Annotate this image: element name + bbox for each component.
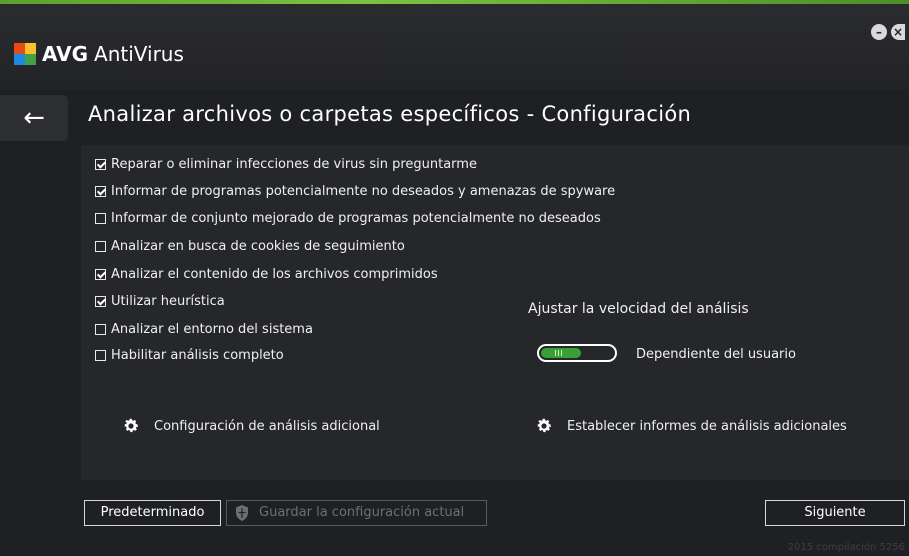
back-arrow-icon[interactable]: ← bbox=[0, 95, 68, 141]
checkbox[interactable] bbox=[95, 159, 106, 170]
checkbox[interactable] bbox=[95, 350, 106, 361]
default-button[interactable]: Predeterminado bbox=[84, 500, 221, 526]
option-label: Analizar el entorno del sistema bbox=[111, 322, 313, 337]
option-label: Analizar el contenido de los archivos co… bbox=[111, 267, 438, 282]
minimize-button[interactable]: – bbox=[871, 24, 887, 40]
additional-reports-label: Establecer informes de análisis adiciona… bbox=[567, 418, 847, 434]
avg-logo-icon bbox=[14, 43, 36, 65]
additional-settings-link[interactable]: Configuración de análisis adicional bbox=[122, 417, 380, 435]
option-report-pup[interactable]: Informar de programas potencialmente no … bbox=[95, 184, 615, 199]
gear-icon bbox=[537, 418, 552, 433]
green-accent-bar bbox=[0, 0, 909, 4]
option-thorough-scan[interactable]: Habilitar análisis completo bbox=[95, 348, 284, 363]
checkbox[interactable] bbox=[95, 213, 106, 224]
additional-settings-label: Configuración de análisis adicional bbox=[154, 418, 380, 434]
shield-icon bbox=[236, 505, 248, 521]
option-archives[interactable]: Analizar el contenido de los archivos co… bbox=[95, 267, 438, 282]
build-number: 2015 compilación 5256 bbox=[787, 542, 905, 553]
additional-reports-link[interactable]: Establecer informes de análisis adiciona… bbox=[535, 417, 847, 435]
checkbox[interactable] bbox=[95, 186, 106, 197]
save-config-button[interactable]: Guardar la configuración actual bbox=[226, 500, 487, 526]
option-tracking-cookies[interactable]: Analizar en busca de cookies de seguimie… bbox=[95, 239, 405, 254]
product-name: AntiVirus bbox=[94, 42, 184, 66]
page-title: Analizar archivos o carpetas específicos… bbox=[88, 102, 692, 126]
next-button[interactable]: Siguiente bbox=[765, 500, 905, 526]
option-label: Habilitar análisis completo bbox=[111, 348, 284, 363]
option-system-environment[interactable]: Analizar el entorno del sistema bbox=[95, 322, 313, 337]
scan-speed-slider[interactable] bbox=[537, 344, 617, 362]
scan-speed-label: Ajustar la velocidad del análisis bbox=[528, 301, 749, 317]
option-label: Analizar en busca de cookies de seguimie… bbox=[111, 239, 405, 254]
option-label: Utilizar heurística bbox=[111, 294, 225, 309]
scan-speed-value: Dependiente del usuario bbox=[636, 347, 796, 362]
option-enhanced-pup[interactable]: Informar de conjunto mejorado de program… bbox=[95, 211, 601, 226]
gear-icon bbox=[124, 418, 139, 433]
save-config-label: Guardar la configuración actual bbox=[259, 505, 465, 520]
option-label: Informar de conjunto mejorado de program… bbox=[111, 211, 601, 226]
brand-name: AVG bbox=[42, 42, 89, 66]
checkbox[interactable] bbox=[95, 296, 106, 307]
checkbox[interactable] bbox=[95, 324, 106, 335]
option-heuristics[interactable]: Utilizar heurística bbox=[95, 294, 225, 309]
option-label: Informar de programas potencialmente no … bbox=[111, 184, 616, 199]
top-accent-strip bbox=[0, 0, 909, 10]
slider-grip-icon[interactable] bbox=[555, 350, 563, 356]
close-button[interactable]: × bbox=[891, 24, 905, 40]
checkbox[interactable] bbox=[95, 269, 106, 280]
app-logo: AVG AntiVirus bbox=[14, 42, 184, 66]
option-label: Reparar o eliminar infecciones de virus … bbox=[111, 157, 477, 172]
option-repair-infections[interactable]: Reparar o eliminar infecciones de virus … bbox=[95, 157, 477, 172]
checkbox[interactable] bbox=[95, 241, 106, 252]
